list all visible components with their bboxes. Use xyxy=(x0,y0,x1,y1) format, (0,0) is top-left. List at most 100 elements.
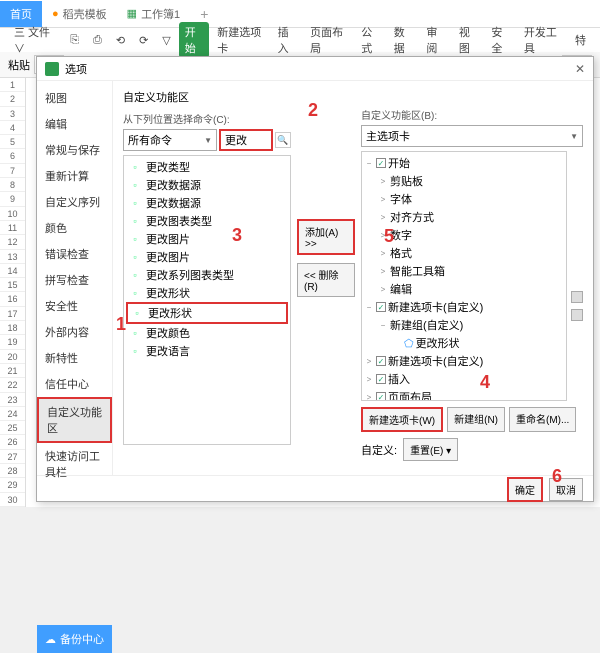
command-item[interactable]: ▫更改图片 xyxy=(126,248,288,266)
sidebar-item[interactable]: 新特性 xyxy=(37,345,112,371)
row-header[interactable]: 12 xyxy=(0,235,25,249)
sidebar-item[interactable]: 安全性 xyxy=(37,293,112,319)
row-header[interactable]: 26 xyxy=(0,435,25,449)
sidebar-item[interactable]: 信任中心 xyxy=(37,371,112,397)
row-header[interactable]: 3 xyxy=(0,107,25,121)
row-header[interactable]: 4 xyxy=(0,121,25,135)
menu-item[interactable]: 页面布局 xyxy=(304,22,353,58)
command-item[interactable]: ▫更改颜色 xyxy=(126,324,288,342)
row-header[interactable]: 24 xyxy=(0,407,25,421)
row-header[interactable]: 2 xyxy=(0,92,25,106)
ok-button[interactable]: 确定 xyxy=(507,477,543,502)
add-button[interactable]: 添加(A) >> xyxy=(297,219,355,255)
row-header[interactable]: 14 xyxy=(0,264,25,278)
row-header[interactable]: 19 xyxy=(0,335,25,349)
tree-node[interactable]: >编辑 xyxy=(364,280,564,298)
search-input[interactable]: 更改 xyxy=(219,129,273,151)
menu-item[interactable]: ⟳ xyxy=(133,32,154,49)
menu-item[interactable]: 审阅 xyxy=(420,22,451,58)
row-header[interactable]: 1 xyxy=(0,78,25,92)
row-header[interactable]: 27 xyxy=(0,450,25,464)
tree-node[interactable]: >字体 xyxy=(364,190,564,208)
row-header[interactable]: 10 xyxy=(0,207,25,221)
row-header[interactable]: 22 xyxy=(0,378,25,392)
command-item[interactable]: ▫更改语言 xyxy=(126,342,288,360)
row-header[interactable]: 25 xyxy=(0,421,25,435)
tree-node[interactable]: −新建组(自定义) xyxy=(364,316,564,334)
tree-node[interactable]: ⬠更改形状 xyxy=(364,334,564,352)
rename-button[interactable]: 重命名(M)... xyxy=(509,407,576,432)
tree-node[interactable]: >智能工具箱 xyxy=(364,262,564,280)
commands-combo[interactable]: 所有命令▼ xyxy=(123,129,217,151)
sidebar-item[interactable]: 编辑 xyxy=(37,111,112,137)
row-header[interactable]: 13 xyxy=(0,250,25,264)
command-item[interactable]: ▫更改形状 xyxy=(126,302,288,324)
row-header[interactable]: 21 xyxy=(0,364,25,378)
commands-list[interactable]: ▫更改类型▫更改数据源▫更改数据源▫更改图表类型▫更改图片▫更改图片▫更改系列图… xyxy=(123,155,291,445)
row-header[interactable]: 6 xyxy=(0,149,25,163)
sidebar-item[interactable]: 自定义功能区 xyxy=(37,397,112,443)
row-header[interactable]: 5 xyxy=(0,135,25,149)
remove-button[interactable]: << 删除(R) xyxy=(297,263,355,297)
command-item[interactable]: ▫更改图片 xyxy=(126,230,288,248)
tree-node[interactable]: −✓开始 xyxy=(364,154,564,172)
tree-node[interactable]: −✓新建选项卡(自定义) xyxy=(364,298,564,316)
row-header[interactable]: 18 xyxy=(0,321,25,335)
menu-item[interactable]: 公式 xyxy=(355,22,386,58)
sidebar-item[interactable]: 自定义序列 xyxy=(37,189,112,215)
sidebar-item[interactable]: 错误检查 xyxy=(37,241,112,267)
menu-item[interactable]: ⎘ xyxy=(64,32,85,49)
sidebar-item[interactable]: 视图 xyxy=(37,85,112,111)
command-item[interactable]: ▫更改数据源 xyxy=(126,194,288,212)
menu-item[interactable]: 数据 xyxy=(388,22,419,58)
tree-node[interactable]: >剪贴板 xyxy=(364,172,564,190)
menu-item[interactable]: 三 文件 ∨ xyxy=(8,22,62,58)
menu-item[interactable]: 新建选项卡 xyxy=(211,22,269,58)
command-item[interactable]: ▫更改数据源 xyxy=(126,176,288,194)
row-header[interactable]: 16 xyxy=(0,292,25,306)
row-header[interactable]: 9 xyxy=(0,192,25,206)
new-tab-button[interactable]: 新建选项卡(W) xyxy=(361,407,443,432)
sidebar-item[interactable]: 重新计算 xyxy=(37,163,112,189)
tree-node[interactable]: >✓新建选项卡(自定义) xyxy=(364,352,564,370)
row-header[interactable]: 30 xyxy=(0,493,25,507)
menu-item[interactable]: ⟲ xyxy=(110,32,131,49)
move-up-button[interactable] xyxy=(571,291,583,303)
row-header[interactable]: 20 xyxy=(0,350,25,364)
row-header[interactable]: 17 xyxy=(0,307,25,321)
close-icon[interactable]: ✕ xyxy=(575,62,585,76)
reset-button[interactable]: 重置(E) ▾ xyxy=(403,438,458,461)
row-header[interactable]: 29 xyxy=(0,478,25,492)
new-group-button[interactable]: 新建组(N) xyxy=(447,407,505,432)
menu-item[interactable]: 开始 xyxy=(179,22,210,58)
menu-item[interactable]: 特 xyxy=(569,30,592,50)
command-item[interactable]: ▫更改形状 xyxy=(126,284,288,302)
row-header[interactable]: 23 xyxy=(0,393,25,407)
command-item[interactable]: ▫更改图表类型 xyxy=(126,212,288,230)
row-header[interactable]: 28 xyxy=(0,464,25,478)
row-header[interactable]: 7 xyxy=(0,164,25,178)
tree-node[interactable]: >✓插入 xyxy=(364,370,564,388)
menu-item[interactable]: 开发工具 xyxy=(518,22,567,58)
row-header[interactable]: 11 xyxy=(0,221,25,235)
paste-button[interactable]: 粘贴 xyxy=(8,57,30,73)
menu-item[interactable]: ▽ xyxy=(156,32,176,49)
search-icon[interactable]: 🔍 xyxy=(275,132,291,148)
command-item[interactable]: ▫更改类型 xyxy=(126,158,288,176)
backup-center[interactable]: ☁备份中心 xyxy=(37,625,112,653)
sidebar-item[interactable]: 拼写检查 xyxy=(37,267,112,293)
ribbon-combo[interactable]: 主选项卡▼ xyxy=(361,125,583,147)
tree-node[interactable]: >对齐方式 xyxy=(364,208,564,226)
menu-item[interactable]: 安全 xyxy=(485,22,516,58)
command-item[interactable]: ▫更改系列图表类型 xyxy=(126,266,288,284)
menu-item[interactable]: 插入 xyxy=(272,22,303,58)
move-down-button[interactable] xyxy=(571,309,583,321)
sidebar-item[interactable]: 常规与保存 xyxy=(37,137,112,163)
sidebar-item[interactable]: 外部内容 xyxy=(37,319,112,345)
ribbon-tree[interactable]: −✓开始>剪贴板>字体>对齐方式>数字>格式>智能工具箱>编辑−✓新建选项卡(自… xyxy=(361,151,567,401)
menu-item[interactable]: ⎙ xyxy=(87,32,108,49)
tree-node[interactable]: >✓页面布局 xyxy=(364,388,564,401)
sidebar-item[interactable]: 颜色 xyxy=(37,215,112,241)
sidebar-item[interactable]: 快速访问工具栏 xyxy=(37,443,112,485)
row-header[interactable]: 15 xyxy=(0,278,25,292)
